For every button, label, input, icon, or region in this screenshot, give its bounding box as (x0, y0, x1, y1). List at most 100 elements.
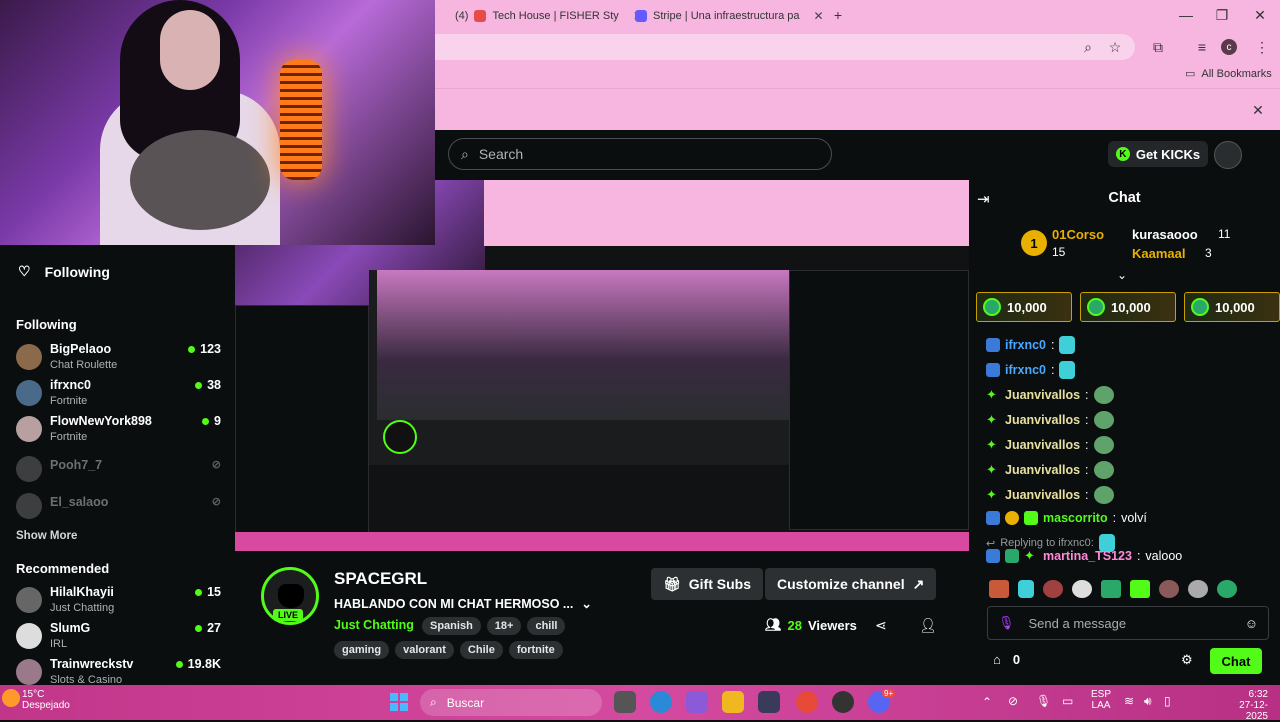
get-kicks-button[interactable]: K Get KICKs (1108, 141, 1208, 167)
emote-icon[interactable] (1217, 580, 1237, 598)
minimize-icon[interactable]: — (1175, 4, 1197, 26)
folder-icon[interactable] (722, 691, 744, 713)
leader-name[interactable]: kurasaooo (1132, 227, 1198, 242)
viewer-count: 15 (195, 585, 221, 599)
sidebar-channel-offline[interactable]: El_salaoo ⊘ (16, 489, 221, 523)
emote-icon[interactable] (1188, 580, 1208, 598)
send-message-input[interactable]: 🎙︎ Send a message ☺ (987, 606, 1269, 640)
sidebar-channel[interactable]: HilalKhayii Just Chatting 15 (16, 583, 221, 617)
search-input[interactable]: ⌕ Search (448, 138, 832, 170)
settings-icon[interactable]: ⚙ (1181, 652, 1193, 668)
sidebar-channel[interactable]: Trainwreckstv Slots & Casino 19.8K (16, 655, 221, 689)
avatar (16, 587, 42, 613)
tag[interactable]: Spanish (422, 617, 481, 635)
chat-message: ✦ Juanvivallos: (986, 411, 1114, 429)
edge-icon[interactable] (650, 691, 672, 713)
expand-leaderboard-icon[interactable]: ⌄ (1117, 268, 1127, 282)
send-chat-button[interactable]: Chat (1210, 648, 1262, 674)
menu-icon[interactable]: ⋮ (1251, 36, 1273, 58)
wifi-icon[interactable]: ≋ (1124, 694, 1134, 708)
chrome-icon[interactable] (796, 691, 818, 713)
tab-title: Stripe | Una infraestructura pa (653, 10, 800, 22)
show-more-link[interactable]: Show More (16, 530, 77, 542)
sidebar-channel[interactable]: BigPelaoo Chat Roulette 123 (16, 340, 221, 374)
avatar (16, 493, 42, 519)
pepe-emote-icon (1093, 461, 1114, 479)
emoji-icon[interactable]: ☺ (1245, 616, 1258, 631)
leader-name[interactable]: 01Corso (1052, 227, 1104, 242)
badge-icon (986, 363, 1000, 377)
leader-count: 11 (1218, 227, 1231, 241)
stream-category[interactable]: Just Chatting (334, 618, 414, 632)
volume-icon[interactable]: 🔊︎ (1144, 694, 1152, 709)
kicks-gift-card[interactable]: 10,000 (1080, 292, 1176, 322)
viewer-count: 19.8K (175, 657, 221, 671)
emote-icon[interactable] (1159, 580, 1179, 598)
tab-tech-house[interactable]: (4) Tech House | FISHER Sty ✕ (455, 4, 643, 28)
gift-subs-button[interactable]: 🎁︎ Gift Subs (651, 568, 764, 600)
zoom-icon[interactable]: ⌕ (1077, 36, 1099, 58)
mic-tray-icon[interactable]: 🎙︎ (1036, 694, 1051, 708)
close-icon[interactable]: ✕ (814, 9, 824, 23)
tag[interactable]: valorant (395, 641, 454, 659)
tag[interactable]: Chile (459, 641, 503, 659)
restore-icon[interactable]: ❐ (1211, 4, 1233, 26)
obs-icon[interactable] (832, 691, 854, 713)
channel-info: LIVE SPACEGRL HABLANDO CON MI CHAT HERMO… (235, 551, 969, 685)
nav-following[interactable]: ♡ Following (18, 263, 110, 280)
all-bookmarks[interactable]: ▭ All Bookmarks (1185, 67, 1272, 81)
customize-channel-button[interactable]: Customize channel ↗ (765, 568, 937, 600)
taskbar-search[interactable]: ⌕ Buscar (420, 689, 602, 716)
url-field[interactable] (435, 34, 1135, 60)
emote-icon[interactable] (1101, 580, 1121, 598)
sidebar-channel[interactable]: FlowNewYork898 Fortnite 9 (16, 412, 221, 446)
tab-count: (4) (455, 10, 469, 22)
windows-start-icon[interactable] (390, 693, 408, 711)
share-icon[interactable]: ⋖ (875, 617, 887, 634)
kicks-gift-card[interactable]: 10,000 (1184, 292, 1280, 322)
streamer-name[interactable]: SPACEGRL (334, 569, 427, 589)
tag[interactable]: gaming (334, 641, 390, 659)
tray-chevron-icon[interactable]: ⌃ (982, 695, 992, 709)
extensions-icon[interactable]: ⧉ (1147, 36, 1169, 58)
tag[interactable]: 18+ (486, 617, 522, 635)
tag[interactable]: chill (527, 617, 566, 635)
stripe-icon (635, 10, 647, 22)
user-avatar[interactable] (1214, 141, 1242, 169)
store-icon[interactable] (758, 691, 780, 713)
bookmark-star-icon[interactable]: ☆ (1104, 36, 1126, 58)
weather-widget[interactable]: 15°C Despejado (22, 689, 70, 711)
close-banner-icon[interactable]: ✕ (1247, 99, 1269, 121)
badge-icon (986, 549, 1000, 563)
battery-icon[interactable]: ▯ (1164, 694, 1171, 708)
emote-icon[interactable] (989, 580, 1009, 598)
emote-icon[interactable] (1072, 580, 1092, 598)
media-icon[interactable]: ≡ (1191, 36, 1213, 58)
sidebar-channel[interactable]: SlumG IRL 27 (16, 619, 221, 653)
tab-stripe[interactable]: Stripe | Una infraestructura pa ✕ (635, 4, 824, 28)
chat-message: ✦ Juanvivallos: (986, 386, 1114, 404)
emote-icon[interactable] (1130, 580, 1150, 598)
display-icon[interactable]: ▭ (1062, 694, 1073, 708)
language-indicator[interactable]: ESP LAA (1088, 689, 1114, 711)
copilot-icon[interactable] (686, 691, 708, 713)
microphone-icon[interactable]: 🎙︎ (998, 615, 1015, 631)
leader-name[interactable]: Kaamaal (1132, 246, 1185, 261)
sidebar-channel[interactable]: ifrxnc0 Fortnite 38 (16, 376, 221, 410)
following-heading: Following (16, 317, 77, 332)
clock[interactable]: 6:32 27-12-2025 (1218, 689, 1268, 722)
follow-icon[interactable]: 👤︎ (919, 617, 937, 634)
kicks-gift-card[interactable]: 10,000 (976, 292, 1072, 322)
profile-avatar[interactable]: c (1221, 39, 1237, 55)
star-badge-icon: ✦ (986, 487, 997, 502)
channel-points[interactable]: ⌂ 0 (993, 652, 1020, 667)
emote-icon[interactable] (1018, 580, 1034, 598)
task-view-icon[interactable] (614, 691, 636, 713)
close-window-icon[interactable]: ✕ (1249, 4, 1271, 26)
sidebar-channel-offline[interactable]: Pooh7_7 ⊘ (16, 452, 221, 486)
tag[interactable]: fortnite (508, 641, 563, 659)
emote-icon[interactable] (1043, 580, 1063, 598)
chevron-down-icon[interactable]: ⌄ (581, 596, 591, 611)
new-tab-icon[interactable]: + (827, 4, 849, 26)
network-icon[interactable]: ⊘ (1008, 694, 1018, 708)
